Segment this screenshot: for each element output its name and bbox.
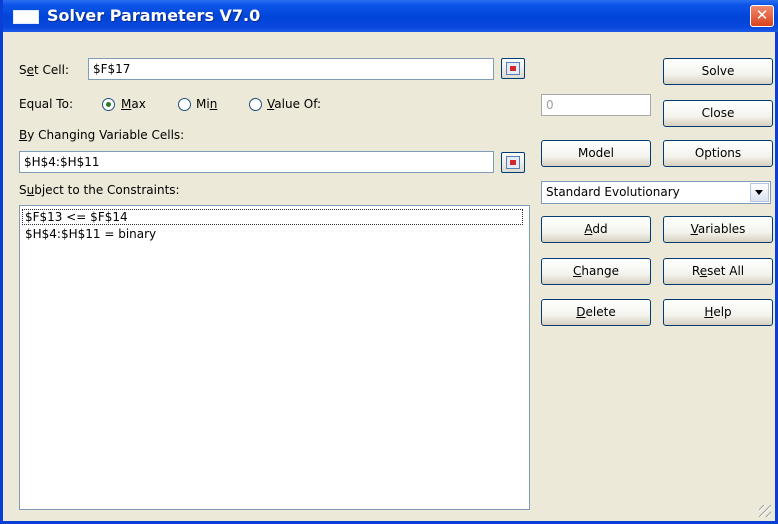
close-button[interactable]: Close (663, 100, 773, 127)
list-item[interactable]: $F$13 <= $F$14 (22, 209, 523, 225)
solve-button[interactable]: Solve (663, 58, 773, 85)
equal-to-label: Equal To: (19, 97, 73, 111)
range-select-icon (506, 156, 520, 169)
list-item[interactable]: $H$4:$H$11 = binary (23, 227, 158, 241)
range-select-icon (506, 62, 520, 75)
variables-button[interactable]: Variables (663, 216, 773, 243)
window-title: Solver Parameters V7.0 (47, 6, 261, 25)
add-button[interactable]: Add (541, 216, 651, 243)
model-button[interactable]: Model (541, 140, 651, 167)
close-window-button[interactable]: ✕ (750, 5, 774, 27)
title-bar[interactable]: Solver Parameters V7.0 ✕ (3, 0, 778, 32)
options-button[interactable]: Options (663, 140, 773, 167)
help-button[interactable]: Help (663, 299, 773, 326)
set-cell-ref-button[interactable] (501, 58, 525, 79)
change-button[interactable]: Change (541, 258, 651, 285)
set-cell-label: Set Cell: (19, 63, 70, 77)
constraints-label: Subject to the Constraints: (19, 183, 180, 197)
solver-dialog: Solver Parameters V7.0 ✕ Set Cell: $F$17… (0, 0, 778, 524)
constraints-list[interactable]: $F$13 <= $F$14 $H$4:$H$11 = binary (19, 205, 530, 510)
radio-value-of-label[interactable]: Value Of: (267, 97, 321, 111)
delete-button[interactable]: Delete (541, 299, 651, 326)
value-of-input[interactable]: 0 (541, 94, 651, 116)
changing-cells-label: By Changing Variable Cells: (19, 128, 185, 142)
reset-all-button[interactable]: Reset All (663, 258, 773, 285)
engine-select-value: Standard Evolutionary (546, 185, 680, 199)
engine-select[interactable]: Standard Evolutionary (541, 181, 771, 204)
radio-min[interactable] (178, 98, 191, 111)
changing-cells-input[interactable]: $H$4:$H$11 (19, 151, 494, 173)
close-icon: ✕ (755, 6, 769, 24)
set-cell-input[interactable]: $F$17 (88, 58, 494, 80)
resize-grip-icon[interactable] (759, 505, 771, 517)
radio-value-of[interactable] (249, 98, 262, 111)
changing-cells-ref-button[interactable] (501, 152, 525, 173)
radio-max-label[interactable]: Max (121, 97, 146, 111)
window-icon (13, 10, 39, 24)
radio-min-label[interactable]: Min (196, 97, 217, 111)
chevron-down-icon[interactable] (750, 183, 769, 202)
radio-max[interactable] (102, 98, 115, 111)
